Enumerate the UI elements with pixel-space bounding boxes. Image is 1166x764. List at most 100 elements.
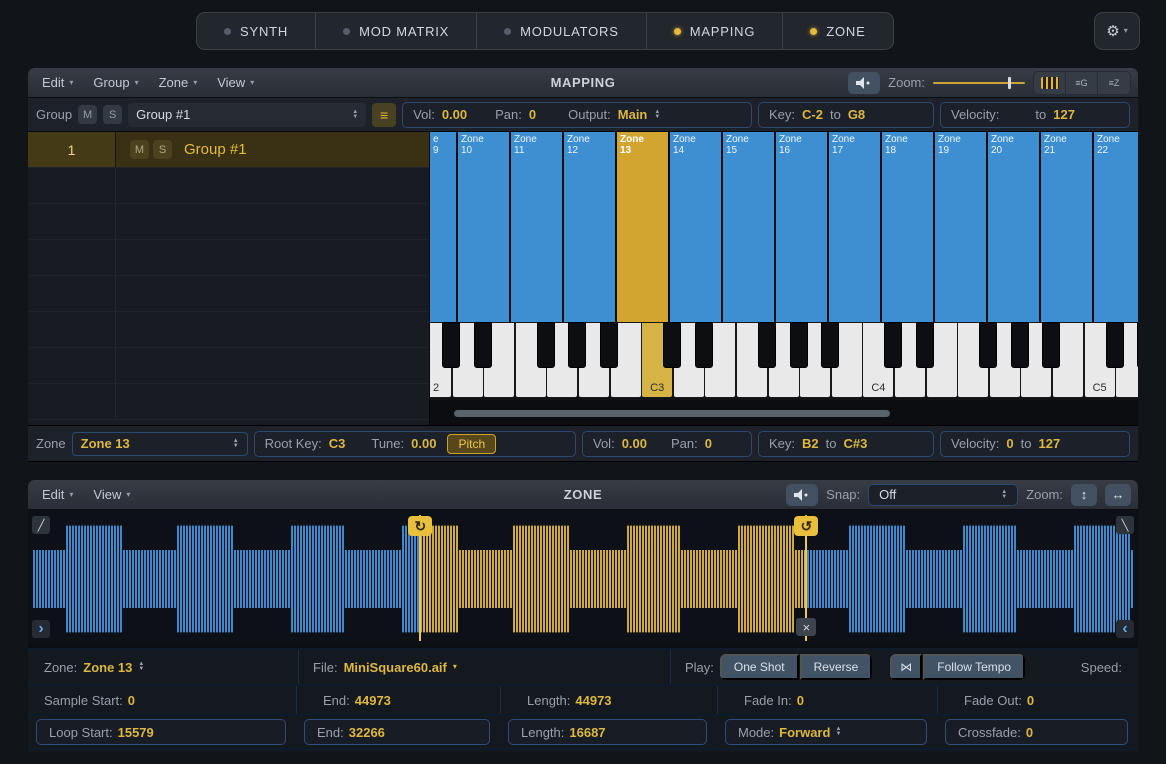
menu-edit[interactable]: Edit: [32, 487, 83, 502]
black-key[interactable]: [979, 322, 997, 368]
keyboard-scrollbar[interactable]: [454, 410, 890, 417]
group-row-empty[interactable]: [28, 384, 429, 420]
tune-value[interactable]: 0.00: [411, 436, 436, 451]
mapping-zoom-slider[interactable]: [933, 76, 1025, 90]
keyboard-scroll-track[interactable]: [430, 400, 1138, 425]
black-key[interactable]: [758, 322, 776, 368]
velocity-to-value[interactable]: 127: [1053, 107, 1075, 122]
tab-zone[interactable]: ZONE: [783, 13, 892, 49]
crossfade-box[interactable]: Crossfade: 0: [945, 719, 1128, 745]
loop-start-box[interactable]: Loop Start: 15579: [36, 719, 286, 745]
zone-box[interactable]: Zone12: [564, 132, 615, 322]
zone-box[interactable]: Zone18: [882, 132, 933, 322]
black-key[interactable]: [790, 322, 808, 368]
key-to-value[interactable]: C#3: [843, 436, 867, 451]
menu-group[interactable]: Group: [83, 75, 148, 90]
loop-end-box[interactable]: End: 32266: [304, 719, 490, 745]
crossfade-loop-button[interactable]: [890, 654, 922, 680]
zone-box[interactable]: Zone17: [829, 132, 880, 322]
group-row-mute-button[interactable]: M: [130, 140, 149, 159]
file-value[interactable]: MiniSquare60.aif: [344, 660, 447, 675]
zone-box[interactable]: Zone16: [776, 132, 827, 322]
zoom-horizontal-button[interactable]: [1105, 484, 1131, 506]
zone-box[interactable]: Zone20: [988, 132, 1039, 322]
black-key[interactable]: [1042, 322, 1060, 368]
menu-view[interactable]: View: [83, 487, 140, 502]
settings-button[interactable]: [1094, 12, 1140, 50]
fade-in-handle[interactable]: [32, 516, 50, 534]
group-row-selected[interactable]: 1 M S Group #1: [28, 132, 429, 168]
black-key[interactable]: [474, 322, 492, 368]
black-key[interactable]: [695, 322, 713, 368]
group-list-view-button[interactable]: [1066, 72, 1098, 94]
group-row-solo-button[interactable]: S: [153, 140, 172, 159]
black-key[interactable]: [916, 322, 934, 368]
zone-box[interactable]: Zone15: [723, 132, 774, 322]
key-from-value[interactable]: B2: [802, 436, 819, 451]
group-row-empty[interactable]: [28, 276, 429, 312]
tab-mapping[interactable]: MAPPING: [647, 13, 784, 49]
pan-value[interactable]: 0: [705, 436, 712, 451]
sample-end-value[interactable]: 44973: [355, 693, 391, 708]
zone-box[interactable]: Zone21: [1041, 132, 1092, 322]
black-key[interactable]: [1137, 322, 1138, 368]
pitch-toggle-button[interactable]: Pitch: [447, 434, 496, 454]
menu-edit[interactable]: Edit: [32, 75, 83, 90]
pan-value[interactable]: 0: [529, 107, 536, 122]
velocity-from-value[interactable]: 0: [1006, 436, 1013, 451]
zone-name-select[interactable]: Zone 13: [72, 432, 248, 456]
loop-start-value[interactable]: 15579: [118, 725, 154, 740]
black-key[interactable]: [1011, 322, 1029, 368]
menu-zone[interactable]: Zone: [149, 75, 208, 90]
audition-button[interactable]: [848, 72, 880, 94]
group-row-empty[interactable]: [28, 312, 429, 348]
vol-value[interactable]: 0.00: [622, 436, 647, 451]
loop-mode-value[interactable]: Forward: [779, 725, 830, 740]
group-list-menu-button[interactable]: [372, 103, 396, 127]
zone-box[interactable]: e9: [430, 132, 456, 322]
reverse-button[interactable]: Reverse: [800, 654, 873, 680]
loop-mode-box[interactable]: Mode: Forward: [725, 719, 927, 745]
root-key-value[interactable]: C3: [329, 436, 346, 451]
fade-out-value[interactable]: 0: [1027, 693, 1034, 708]
black-key[interactable]: [821, 322, 839, 368]
black-key[interactable]: [537, 322, 555, 368]
loop-start-marker[interactable]: [408, 516, 432, 536]
audition-button[interactable]: [786, 484, 818, 506]
loop-clear-button[interactable]: [796, 618, 816, 636]
sample-start-value[interactable]: 0: [128, 693, 135, 708]
group-solo-button[interactable]: S: [103, 105, 122, 124]
tab-synth[interactable]: SYNTH: [197, 13, 316, 49]
black-key[interactable]: [600, 322, 618, 368]
loop-length-value[interactable]: 16687: [569, 725, 605, 740]
slider-handle[interactable]: [1008, 77, 1011, 89]
black-key[interactable]: [568, 322, 586, 368]
zone-box[interactable]: Zone19: [935, 132, 986, 322]
zone-box[interactable]: Zone14: [670, 132, 721, 322]
black-key[interactable]: [1106, 322, 1124, 368]
group-mute-button[interactable]: M: [78, 105, 97, 124]
waveform-display[interactable]: [28, 510, 1138, 648]
velocity-to-value[interactable]: 127: [1039, 436, 1061, 451]
key-from-value[interactable]: C-2: [802, 107, 823, 122]
follow-tempo-button[interactable]: Follow Tempo: [923, 654, 1025, 680]
keyboard-view-button[interactable]: [1034, 72, 1066, 94]
zone-box[interactable]: Zone22: [1094, 132, 1138, 322]
crossfade-value[interactable]: 0: [1026, 725, 1033, 740]
zone-box-selected[interactable]: Zone13: [617, 132, 668, 322]
black-key[interactable]: [442, 322, 460, 368]
zone-box[interactable]: Zone11: [511, 132, 562, 322]
snap-select[interactable]: Off: [868, 484, 1018, 506]
key-to-value[interactable]: G8: [848, 107, 865, 122]
fade-in-value[interactable]: 0: [797, 693, 804, 708]
sample-start-handle[interactable]: [32, 620, 50, 638]
group-row-empty[interactable]: [28, 204, 429, 240]
tab-mod-matrix[interactable]: MOD MATRIX: [316, 13, 477, 49]
loop-length-box[interactable]: Length: 16687: [508, 719, 707, 745]
loop-end-marker[interactable]: [794, 516, 818, 536]
sample-end-handle[interactable]: [1116, 620, 1134, 638]
zone-value[interactable]: Zone 13: [83, 660, 132, 675]
tab-modulators[interactable]: MODULATORS: [477, 13, 647, 49]
sample-length-value[interactable]: 44973: [575, 693, 611, 708]
zone-box[interactable]: Zone10: [458, 132, 509, 322]
